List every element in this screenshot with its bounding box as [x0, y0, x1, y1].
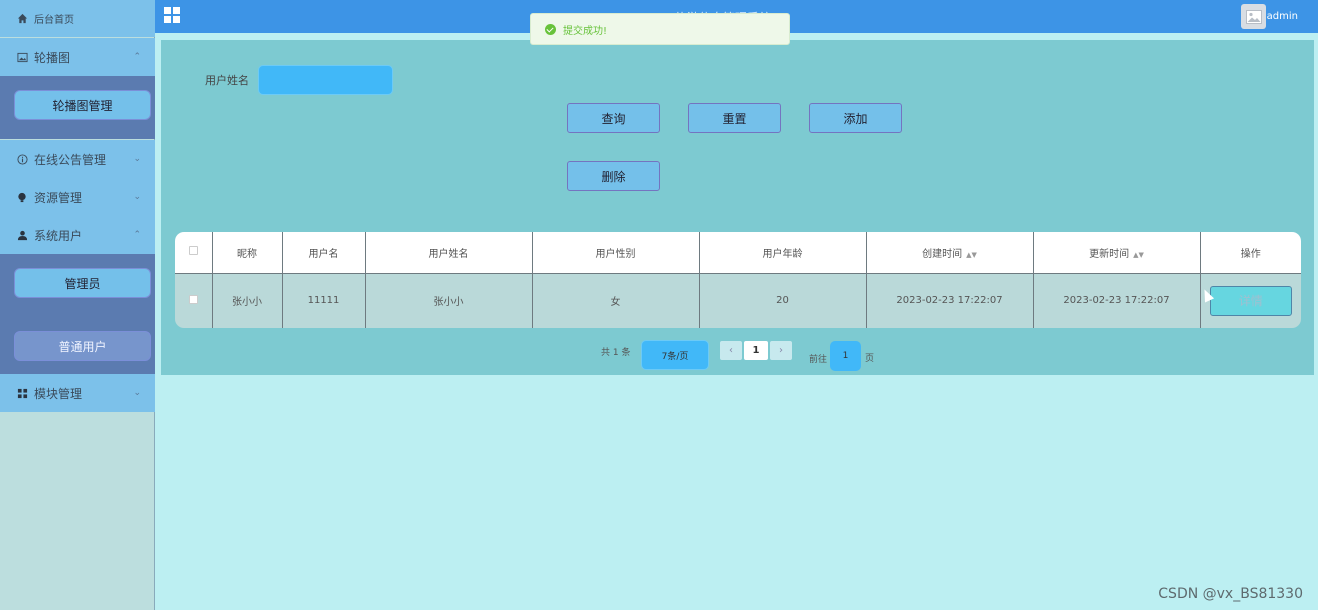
- column-header-label: 更新时间: [1089, 248, 1130, 260]
- column-header: 操作: [1200, 232, 1301, 274]
- chevron-down-icon: ⌄: [133, 154, 141, 164]
- goto-suffix: 页: [865, 354, 875, 364]
- sidebar-item-modules[interactable]: 模块管理 ⌄: [0, 374, 155, 412]
- cell-gender: 女: [532, 273, 700, 328]
- image-icon: [15, 50, 29, 64]
- reset-button[interactable]: 重置: [688, 103, 781, 133]
- search-label: 用户姓名: [205, 74, 249, 87]
- sidebar: 后台首页 轮播图 ⌃ 轮播图管理 在线公告管理 ⌄ 资源管理 ⌄ 系统用户 ⌃ …: [0, 0, 155, 610]
- sidebar-item-carousel-manage[interactable]: 轮播图管理: [14, 90, 151, 120]
- cell-updated: 2023-02-23 17:22:07: [1033, 273, 1201, 328]
- column-header-updated[interactable]: 更新时间 ▲▼: [1033, 232, 1201, 274]
- check-circle-icon: [545, 23, 556, 35]
- column-header: 用户年龄: [699, 232, 867, 274]
- chevron-down-icon: ⌄: [133, 388, 141, 398]
- cell-realname: 张小小: [365, 273, 533, 328]
- sidebar-item-announcements[interactable]: 在线公告管理 ⌄: [0, 140, 155, 178]
- image-icon: [1245, 9, 1262, 24]
- sidebar-item-label: 轮播图: [34, 50, 71, 65]
- page-number[interactable]: 1: [744, 341, 768, 360]
- next-page-button[interactable]: ›: [770, 341, 792, 360]
- chevron-up-icon: ⌃: [133, 230, 141, 240]
- table-row: 张小小 11111 张小小 女 20 2023-02-23 17:22:07 2…: [175, 273, 1301, 328]
- delete-button[interactable]: 删除: [567, 161, 660, 191]
- column-header-label: 创建时间: [922, 248, 963, 260]
- sidebar-item-label: 系统用户: [34, 228, 83, 243]
- user-icon: [15, 228, 29, 242]
- bulb-icon: [15, 190, 29, 204]
- sidebar-item-admin[interactable]: 管理员: [14, 268, 151, 298]
- chevron-up-icon: ⌃: [133, 52, 141, 62]
- column-header: 昵称: [212, 232, 283, 274]
- sidebar-item-normal-user[interactable]: 普通用户: [14, 331, 151, 361]
- sidebar-item-resources[interactable]: 资源管理 ⌄: [0, 178, 155, 216]
- cell-created: 2023-02-23 17:22:07: [866, 273, 1034, 328]
- cell-action: 详情: [1200, 273, 1301, 328]
- info-icon: [15, 152, 29, 166]
- cell-nickname: 张小小: [212, 273, 283, 328]
- cell-username: 11111: [282, 273, 366, 328]
- table-header-row: 昵称 用户名 用户姓名 用户性别 用户年龄 创建时间 ▲▼ 更新时间 ▲▼ 操作: [175, 232, 1301, 274]
- sidebar-item-label: 资源管理: [34, 190, 83, 205]
- success-toast: 提交成功!: [530, 13, 790, 45]
- sidebar-item-label: 后台首页: [34, 15, 74, 26]
- toast-message: 提交成功!: [563, 25, 608, 37]
- column-header: 用户名: [282, 232, 366, 274]
- chevron-left-icon: ‹: [729, 345, 733, 356]
- sidebar-item-label: 在线公告管理: [34, 152, 107, 167]
- column-header: 用户性别: [532, 232, 700, 274]
- row-select-cell[interactable]: [175, 273, 213, 328]
- menu-toggle-icon[interactable]: [164, 7, 180, 23]
- search-input[interactable]: [258, 65, 393, 95]
- submenu-carousel: 轮播图管理: [0, 76, 155, 139]
- chevron-right-icon: ›: [779, 345, 783, 356]
- add-button[interactable]: 添加: [809, 103, 902, 133]
- sidebar-item-label: 模块管理: [34, 386, 83, 401]
- users-table: 昵称 用户名 用户姓名 用户性别 用户年龄 创建时间 ▲▼ 更新时间 ▲▼ 操作 张…: [175, 232, 1301, 328]
- pagination-total: 共 1 条: [601, 348, 631, 358]
- select-all-cell[interactable]: [175, 232, 213, 274]
- detail-button[interactable]: 详情: [1209, 285, 1292, 316]
- column-header-created[interactable]: 创建时间 ▲▼: [866, 232, 1034, 274]
- sort-icon[interactable]: ▲▼: [966, 251, 977, 259]
- select-all-checkbox[interactable]: [188, 246, 198, 256]
- goto-label: 前往: [809, 355, 828, 365]
- column-header: 用户姓名: [365, 232, 533, 274]
- sidebar-item-system-users[interactable]: 系统用户 ⌃: [0, 216, 155, 254]
- query-button[interactable]: 查询: [567, 103, 660, 133]
- submenu-system-users: 管理员 普通用户: [0, 254, 155, 374]
- home-icon: [15, 12, 29, 26]
- chevron-down-icon: ⌄: [133, 192, 141, 202]
- prev-page-button[interactable]: ‹: [720, 341, 742, 360]
- sidebar-item-home[interactable]: 后台首页: [0, 0, 155, 37]
- watermark: CSDN @vx_BS81330: [1158, 586, 1303, 602]
- main-panel: 用户姓名 查询 重置 添加 删除 昵称 用户名 用户姓名 用户性别 用户年龄 创…: [161, 40, 1314, 375]
- cell-age: 20: [699, 273, 867, 328]
- row-checkbox[interactable]: [188, 294, 198, 304]
- sort-icon[interactable]: ▲▼: [1133, 251, 1144, 259]
- username[interactable]: admin: [1267, 11, 1298, 22]
- avatar[interactable]: [1241, 4, 1266, 29]
- page-size-select[interactable]: 7条/页: [641, 340, 709, 370]
- grid-icon: [15, 386, 29, 400]
- goto-page-input[interactable]: 1: [830, 341, 861, 371]
- sidebar-item-carousel[interactable]: 轮播图 ⌃: [0, 38, 155, 76]
